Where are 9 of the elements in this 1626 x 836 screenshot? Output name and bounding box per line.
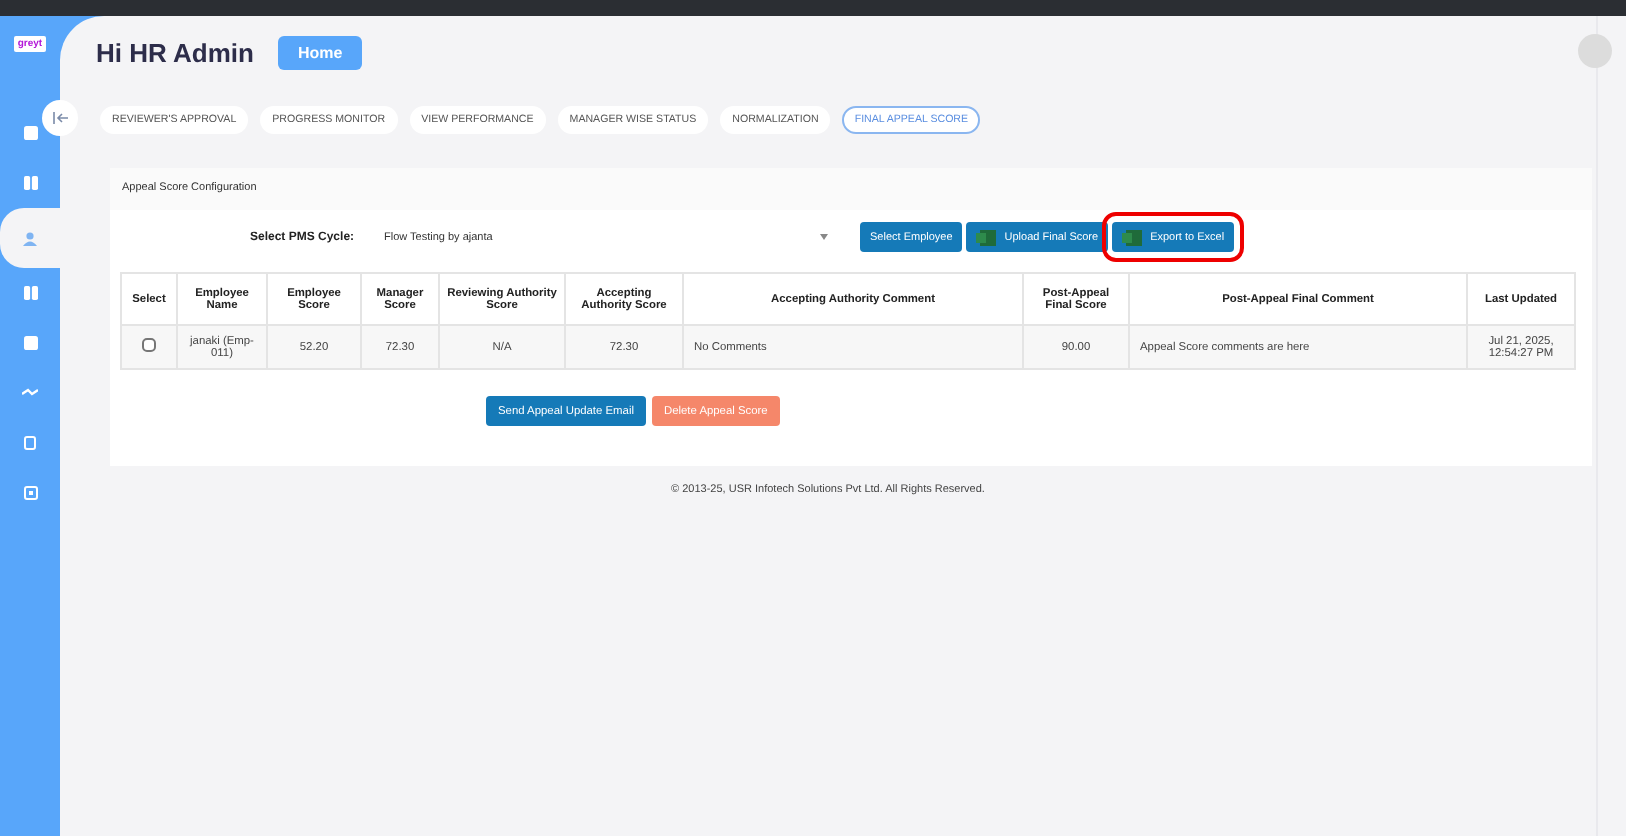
- spreadsheet-icon: [1122, 229, 1143, 245]
- caret-icon: [820, 234, 828, 240]
- scrollbar-track[interactable]: [1596, 16, 1626, 836]
- spreadsheet-icon: [976, 229, 997, 245]
- collapse-toggle[interactable]: [42, 100, 78, 136]
- people-icon[interactable]: [22, 231, 38, 245]
- collapse-icon: [52, 112, 68, 124]
- row-checkbox[interactable]: [142, 338, 156, 352]
- greeting: Hi HR Admin: [96, 38, 254, 68]
